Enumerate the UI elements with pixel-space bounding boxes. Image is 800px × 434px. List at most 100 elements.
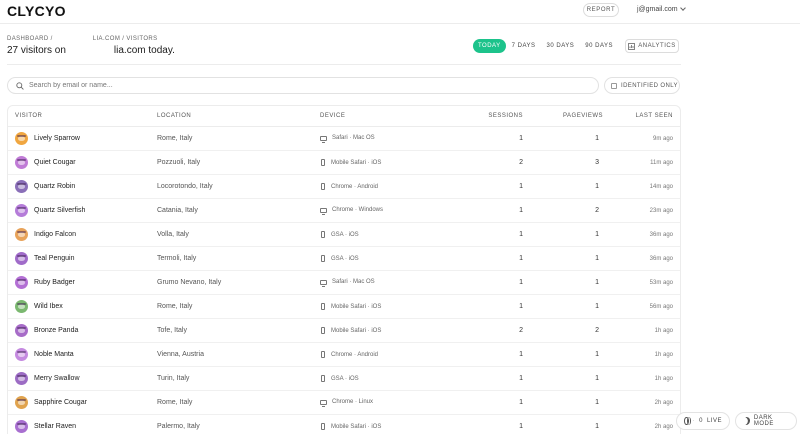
avatar <box>15 132 28 145</box>
visitor-name[interactable]: Quartz Silverfish <box>34 207 85 214</box>
device-label: GSA · iOS <box>331 375 359 382</box>
visitor-name[interactable]: Teal Penguin <box>34 255 74 262</box>
visitor-cell[interactable]: Merry Swallow <box>15 372 80 385</box>
visitor-cell[interactable]: Bronze Panda <box>15 324 78 337</box>
range-7-days-button[interactable]: 7 DAYS <box>506 39 541 53</box>
live-count: 0 <box>699 418 703 424</box>
visitor-name[interactable]: Sapphire Cougar <box>34 399 87 406</box>
visitor-cell[interactable]: Sapphire Cougar <box>15 396 87 409</box>
column-sessions[interactable]: SESSIONS <box>488 113 523 119</box>
identified-only-checkbox[interactable] <box>611 82 617 89</box>
visitor-name[interactable]: Wild Ibex <box>34 303 63 310</box>
table-row[interactable]: Wild Ibex Rome, Italy Mobile Safari · iOS 1… <box>8 295 680 319</box>
pageviews-cell: 3 <box>595 159 599 166</box>
visitor-cell[interactable]: Lively Sparrow <box>15 132 80 145</box>
dark-mode-label: DARK MODE <box>753 415 774 427</box>
visitor-name[interactable]: Indigo Falcon <box>34 231 76 238</box>
visitor-cell[interactable]: Noble Manta <box>15 348 74 361</box>
visitor-cell[interactable]: Stellar Raven <box>15 420 76 433</box>
table-row[interactable]: Quartz Robin Locorotondo, Italy Chrome · A… <box>8 175 680 199</box>
column-location[interactable]: LOCATION <box>157 113 191 119</box>
table-row[interactable]: Indigo Falcon Volla, Italy GSA · iOS 1 1 36m … <box>8 223 680 247</box>
range-90-days-button[interactable]: 90 DAYS <box>580 39 618 53</box>
search-input[interactable] <box>29 82 589 89</box>
table-row[interactable]: Quartz Silverfish Catania, Italy Chrome · … <box>8 199 680 223</box>
location-cell: Grumo Nevano, Italy <box>157 279 222 286</box>
visitor-name[interactable]: Noble Manta <box>34 351 74 358</box>
table-row[interactable]: Merry Swallow Turin, Italy GSA · iOS 1 1 1h a… <box>8 367 680 391</box>
visitor-cell[interactable]: Quiet Cougar <box>15 156 76 169</box>
visitor-name[interactable]: Quiet Cougar <box>34 159 76 166</box>
app-logo[interactable]: CLYCYO <box>7 3 66 19</box>
table-row[interactable]: Noble Manta Vienna, Austria Chrome · Andro… <box>8 343 680 367</box>
column-last-seen[interactable]: LAST SEEN <box>628 113 673 119</box>
visitor-cell[interactable]: Quartz Silverfish <box>15 204 85 217</box>
mobile-icon <box>321 231 325 238</box>
device-label: Chrome · Linux <box>332 399 374 405</box>
pageviews-cell: 2 <box>595 327 599 334</box>
visitor-name[interactable]: Lively Sparrow <box>34 135 80 142</box>
device-label: Chrome · Android <box>331 183 379 190</box>
last-seen-cell: 56m ago <box>649 304 673 310</box>
pageviews-cell: 1 <box>595 231 599 238</box>
pageviews-cell: 1 <box>595 351 599 358</box>
device-cell: Mobile Safari · iOS <box>320 327 381 334</box>
chart-icon <box>628 42 636 50</box>
device-cell: Safari · Mac OS <box>320 279 375 287</box>
avatar <box>15 252 28 265</box>
pageviews-cell: 1 <box>595 399 599 406</box>
table-row[interactable]: Bronze Panda Tofe, Italy Mobile Safari · i… <box>8 319 680 343</box>
device-cell: Mobile Safari · iOS <box>320 423 381 430</box>
device-cell: Chrome · Linux <box>320 399 374 407</box>
sessions-cell: 1 <box>519 351 523 358</box>
visitor-cell[interactable]: Ruby Badger <box>15 276 75 289</box>
visitor-name[interactable]: Bronze Panda <box>34 327 78 334</box>
visitor-name[interactable]: Quartz Robin <box>34 183 75 190</box>
sessions-cell: 1 <box>519 399 523 406</box>
range-today-button[interactable]: TODAY <box>473 39 506 53</box>
analytics-button[interactable]: ANALYTICS <box>625 39 679 53</box>
column-pageviews[interactable]: PAGEVIEWS <box>563 113 603 119</box>
desktop-icon <box>320 135 327 143</box>
breadcrumb-dashboard[interactable]: DASHBOARD / <box>7 36 53 42</box>
sessions-cell: 2 <box>519 327 523 334</box>
table-header: VISITOR LOCATION DEVICE SESSIONS PAGEVIE… <box>8 106 680 127</box>
visitor-cell[interactable]: Quartz Robin <box>15 180 75 193</box>
location-cell: Pozzuoli, Italy <box>157 159 201 166</box>
avatar <box>15 180 28 193</box>
mobile-icon <box>321 255 325 262</box>
table-row[interactable]: Teal Penguin Termoli, Italy GSA · iOS 1 1 36m… <box>8 247 680 271</box>
column-device[interactable]: DEVICE <box>320 113 345 119</box>
device-label: Chrome · Windows <box>332 207 384 213</box>
breadcrumb: DASHBOARD / LIA.COM / VISITORS <box>7 36 158 42</box>
avatar <box>15 396 28 409</box>
search-bar[interactable] <box>7 77 599 94</box>
sessions-cell: 1 <box>519 183 523 190</box>
device-label: Safari · Mac OS <box>332 279 375 285</box>
location-cell: Tofe, Italy <box>157 327 187 334</box>
table-row[interactable]: Lively Sparrow Rome, Italy Safari · Mac OS… <box>8 127 680 151</box>
avatar <box>15 420 28 433</box>
dark-mode-button[interactable]: DARK MODE <box>735 412 797 430</box>
moon-icon <box>742 416 751 426</box>
live-visitors-button[interactable]: · 0 LIVE <box>676 412 730 430</box>
table-row[interactable]: Stellar Raven Palermo, Italy Mobile Safari… <box>8 415 680 434</box>
visitor-name[interactable]: Ruby Badger <box>34 279 75 286</box>
table-row[interactable]: Ruby Badger Grumo Nevano, Italy Safari · M… <box>8 271 680 295</box>
breadcrumb-visitors[interactable]: LIA.COM / VISITORS <box>93 36 158 42</box>
column-visitor[interactable]: VISITOR <box>15 113 42 119</box>
identified-only-toggle[interactable]: IDENTIFIED ONLY <box>604 77 680 94</box>
report-button[interactable]: REPORT <box>583 3 619 17</box>
device-cell: Chrome · Android <box>320 183 378 190</box>
visitor-cell[interactable]: Teal Penguin <box>15 252 74 265</box>
visitor-cell[interactable]: Wild Ibex <box>15 300 63 313</box>
visitor-name[interactable]: Stellar Raven <box>34 423 76 430</box>
account-menu[interactable]: j@gmail.com <box>637 5 686 13</box>
table-row[interactable]: Quiet Cougar Pozzuoli, Italy Mobile Safari… <box>8 151 680 175</box>
table-row[interactable]: Sapphire Cougar Rome, Italy Chrome · Linux… <box>8 391 680 415</box>
visitor-cell[interactable]: Indigo Falcon <box>15 228 76 241</box>
last-seen-cell: 36m ago <box>649 232 673 238</box>
location-cell: Turin, Italy <box>157 375 190 382</box>
visitor-name[interactable]: Merry Swallow <box>34 375 80 382</box>
range-30-days-button[interactable]: 30 DAYS <box>541 39 580 53</box>
